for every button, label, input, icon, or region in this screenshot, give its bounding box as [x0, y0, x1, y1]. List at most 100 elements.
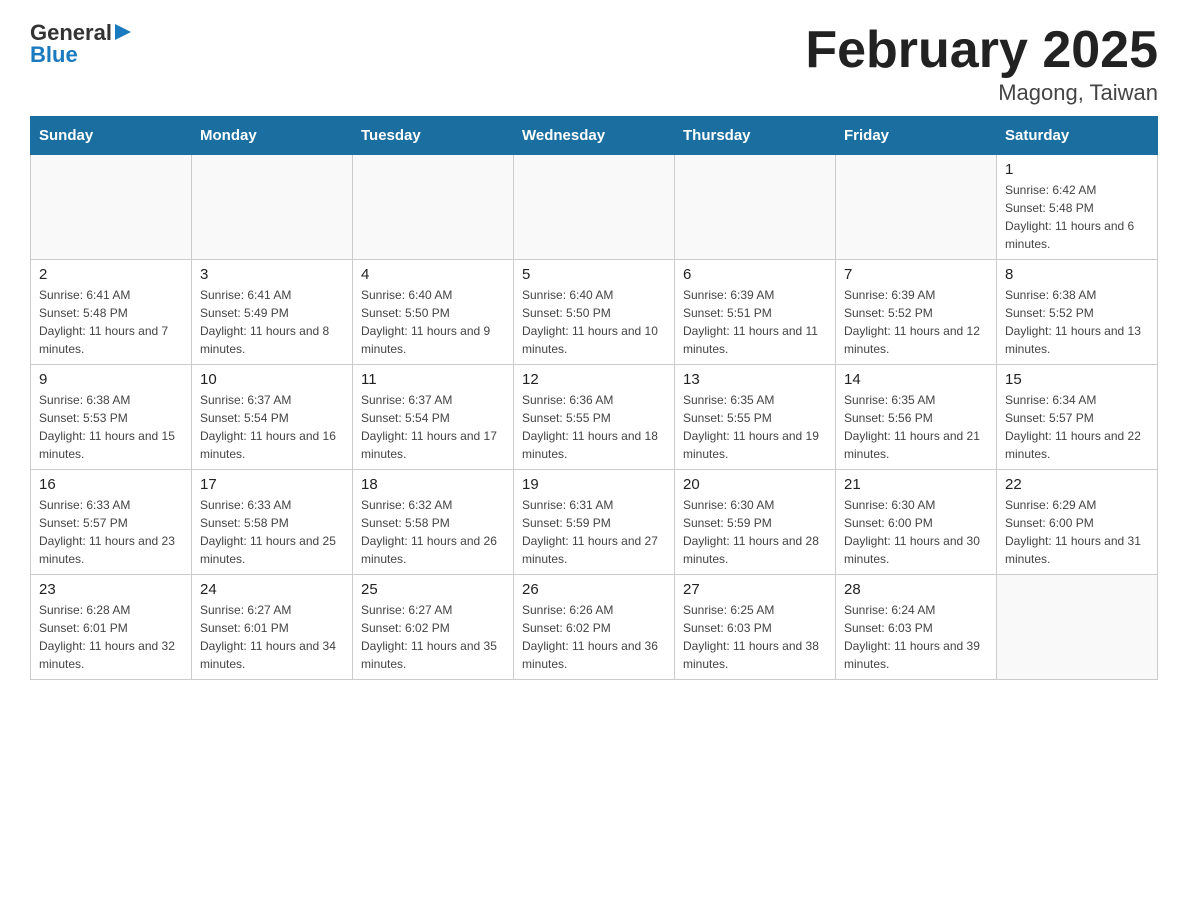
logo-blue-text: Blue — [30, 42, 78, 68]
calendar-header-row: SundayMondayTuesdayWednesdayThursdayFrid… — [31, 117, 1158, 155]
calendar-cell: 22 Sunrise: 6:29 AMSunset: 6:00 PMDayligh… — [997, 470, 1158, 575]
day-info: Sunrise: 6:35 AMSunset: 5:55 PMDaylight:… — [683, 391, 827, 463]
header-wednesday: Wednesday — [514, 117, 675, 155]
day-number: 23 — [39, 581, 183, 598]
calendar-cell: 26Sunrise: 6:26 AMSunset: 6:02 PMDayligh… — [514, 575, 675, 680]
calendar-cell: 8Sunrise: 6:38 AMSunset: 5:52 PMDaylight… — [997, 260, 1158, 365]
day-info: Sunrise: 6:33 AMSunset: 5:58 PMDaylight:… — [200, 496, 344, 568]
calendar-cell: 23 Sunrise: 6:28 AMSunset: 6:01 PMDayligh… — [31, 575, 192, 680]
day-info: Sunrise: 6:27 AMSunset: 6:01 PMDaylight:… — [200, 601, 344, 673]
calendar-week-5: 23 Sunrise: 6:28 AMSunset: 6:01 PMDayligh… — [31, 575, 1158, 680]
day-number: 21 — [844, 476, 988, 493]
header-friday: Friday — [836, 117, 997, 155]
day-number: 2 — [39, 266, 183, 283]
calendar-cell: 24Sunrise: 6:27 AMSunset: 6:01 PMDayligh… — [192, 575, 353, 680]
day-info: Sunrise: 6:29 AMSunset: 6:00 PMDaylight:… — [1005, 496, 1149, 568]
day-number: 15 — [1005, 371, 1149, 388]
day-number: 8 — [1005, 266, 1149, 283]
calendar-cell — [514, 155, 675, 260]
day-number: 17 — [200, 476, 344, 493]
calendar-cell: 10 Sunrise: 6:37 AMSunset: 5:54 PMDayligh… — [192, 365, 353, 470]
day-number: 20 — [683, 476, 827, 493]
page-header: General Blue February 2025 Magong, Taiwa… — [30, 20, 1158, 106]
calendar-cell — [675, 155, 836, 260]
header-sunday: Sunday — [31, 117, 192, 155]
day-info: Sunrise: 6:34 AMSunset: 5:57 PMDaylight:… — [1005, 391, 1149, 463]
calendar-cell: 7 Sunrise: 6:39 AMSunset: 5:52 PMDaylight… — [836, 260, 997, 365]
calendar-cell: 1 Sunrise: 6:42 AMSunset: 5:48 PMDaylight… — [997, 155, 1158, 260]
day-info: Sunrise: 6:40 AMSunset: 5:50 PMDaylight:… — [522, 286, 666, 358]
calendar-cell: 28 Sunrise: 6:24 AMSunset: 6:03 PMDayligh… — [836, 575, 997, 680]
day-number: 7 — [844, 266, 988, 283]
day-info: Sunrise: 6:25 AMSunset: 6:03 PMDaylight:… — [683, 601, 827, 673]
calendar-table: SundayMondayTuesdayWednesdayThursdayFrid… — [30, 116, 1158, 680]
calendar-cell: 3 Sunrise: 6:41 AMSunset: 5:49 PMDaylight… — [192, 260, 353, 365]
day-info: Sunrise: 6:37 AMSunset: 5:54 PMDaylight:… — [361, 391, 505, 463]
day-number: 13 — [683, 371, 827, 388]
calendar-cell: 9 Sunrise: 6:38 AMSunset: 5:53 PMDaylight… — [31, 365, 192, 470]
day-info: Sunrise: 6:24 AMSunset: 6:03 PMDaylight:… — [844, 601, 988, 673]
calendar-cell: 6 Sunrise: 6:39 AMSunset: 5:51 PMDaylight… — [675, 260, 836, 365]
calendar-cell — [997, 575, 1158, 680]
calendar-cell: 20 Sunrise: 6:30 AMSunset: 5:59 PMDayligh… — [675, 470, 836, 575]
day-number: 26 — [522, 581, 666, 598]
day-number: 1 — [1005, 161, 1149, 178]
day-number: 16 — [39, 476, 183, 493]
day-info: Sunrise: 6:37 AMSunset: 5:54 PMDaylight:… — [200, 391, 344, 463]
day-number: 28 — [844, 581, 988, 598]
calendar-cell — [353, 155, 514, 260]
header-tuesday: Tuesday — [353, 117, 514, 155]
day-number: 3 — [200, 266, 344, 283]
calendar-cell — [836, 155, 997, 260]
day-number: 10 — [200, 371, 344, 388]
calendar-week-1: 1 Sunrise: 6:42 AMSunset: 5:48 PMDaylight… — [31, 155, 1158, 260]
calendar-cell — [31, 155, 192, 260]
title-block: February 2025 Magong, Taiwan — [805, 20, 1158, 106]
calendar-week-3: 9 Sunrise: 6:38 AMSunset: 5:53 PMDaylight… — [31, 365, 1158, 470]
day-info: Sunrise: 6:40 AMSunset: 5:50 PMDaylight:… — [361, 286, 505, 358]
day-number: 19 — [522, 476, 666, 493]
day-info: Sunrise: 6:31 AMSunset: 5:59 PMDaylight:… — [522, 496, 666, 568]
day-info: Sunrise: 6:41 AMSunset: 5:48 PMDaylight:… — [39, 286, 183, 358]
calendar-cell: 25Sunrise: 6:27 AMSunset: 6:02 PMDayligh… — [353, 575, 514, 680]
calendar-week-4: 16 Sunrise: 6:33 AMSunset: 5:57 PMDayligh… — [31, 470, 1158, 575]
day-number: 6 — [683, 266, 827, 283]
day-number: 18 — [361, 476, 505, 493]
day-number: 9 — [39, 371, 183, 388]
header-monday: Monday — [192, 117, 353, 155]
calendar-cell: 18 Sunrise: 6:32 AMSunset: 5:58 PMDayligh… — [353, 470, 514, 575]
page-title: February 2025 — [805, 20, 1158, 80]
day-number: 5 — [522, 266, 666, 283]
day-number: 14 — [844, 371, 988, 388]
logo-arrow-icon — [115, 24, 131, 45]
day-info: Sunrise: 6:39 AMSunset: 5:52 PMDaylight:… — [844, 286, 988, 358]
calendar-cell: 13 Sunrise: 6:35 AMSunset: 5:55 PMDayligh… — [675, 365, 836, 470]
page-subtitle: Magong, Taiwan — [805, 80, 1158, 106]
day-number: 27 — [683, 581, 827, 598]
day-info: Sunrise: 6:32 AMSunset: 5:58 PMDaylight:… — [361, 496, 505, 568]
day-info: Sunrise: 6:42 AMSunset: 5:48 PMDaylight:… — [1005, 181, 1149, 253]
day-info: Sunrise: 6:35 AMSunset: 5:56 PMDaylight:… — [844, 391, 988, 463]
day-info: Sunrise: 6:41 AMSunset: 5:49 PMDaylight:… — [200, 286, 344, 358]
day-info: Sunrise: 6:33 AMSunset: 5:57 PMDaylight:… — [39, 496, 183, 568]
calendar-cell: 27 Sunrise: 6:25 AMSunset: 6:03 PMDayligh… — [675, 575, 836, 680]
calendar-cell: 4 Sunrise: 6:40 AMSunset: 5:50 PMDaylight… — [353, 260, 514, 365]
logo: General Blue — [30, 20, 131, 68]
header-thursday: Thursday — [675, 117, 836, 155]
calendar-cell: 19 Sunrise: 6:31 AMSunset: 5:59 PMDayligh… — [514, 470, 675, 575]
calendar-cell: 5 Sunrise: 6:40 AMSunset: 5:50 PMDaylight… — [514, 260, 675, 365]
day-info: Sunrise: 6:38 AMSunset: 5:53 PMDaylight:… — [39, 391, 183, 463]
day-info: Sunrise: 6:30 AMSunset: 5:59 PMDaylight:… — [683, 496, 827, 568]
calendar-cell: 15 Sunrise: 6:34 AMSunset: 5:57 PMDayligh… — [997, 365, 1158, 470]
day-number: 11 — [361, 371, 505, 388]
day-info: Sunrise: 6:28 AMSunset: 6:01 PMDaylight:… — [39, 601, 183, 673]
day-number: 22 — [1005, 476, 1149, 493]
calendar-week-2: 2 Sunrise: 6:41 AMSunset: 5:48 PMDaylight… — [31, 260, 1158, 365]
calendar-cell — [192, 155, 353, 260]
day-info: Sunrise: 6:36 AMSunset: 5:55 PMDaylight:… — [522, 391, 666, 463]
calendar-cell: 21Sunrise: 6:30 AMSunset: 6:00 PMDayligh… — [836, 470, 997, 575]
day-number: 25 — [361, 581, 505, 598]
day-number: 4 — [361, 266, 505, 283]
calendar-cell: 11 Sunrise: 6:37 AMSunset: 5:54 PMDayligh… — [353, 365, 514, 470]
day-info: Sunrise: 6:39 AMSunset: 5:51 PMDaylight:… — [683, 286, 827, 358]
